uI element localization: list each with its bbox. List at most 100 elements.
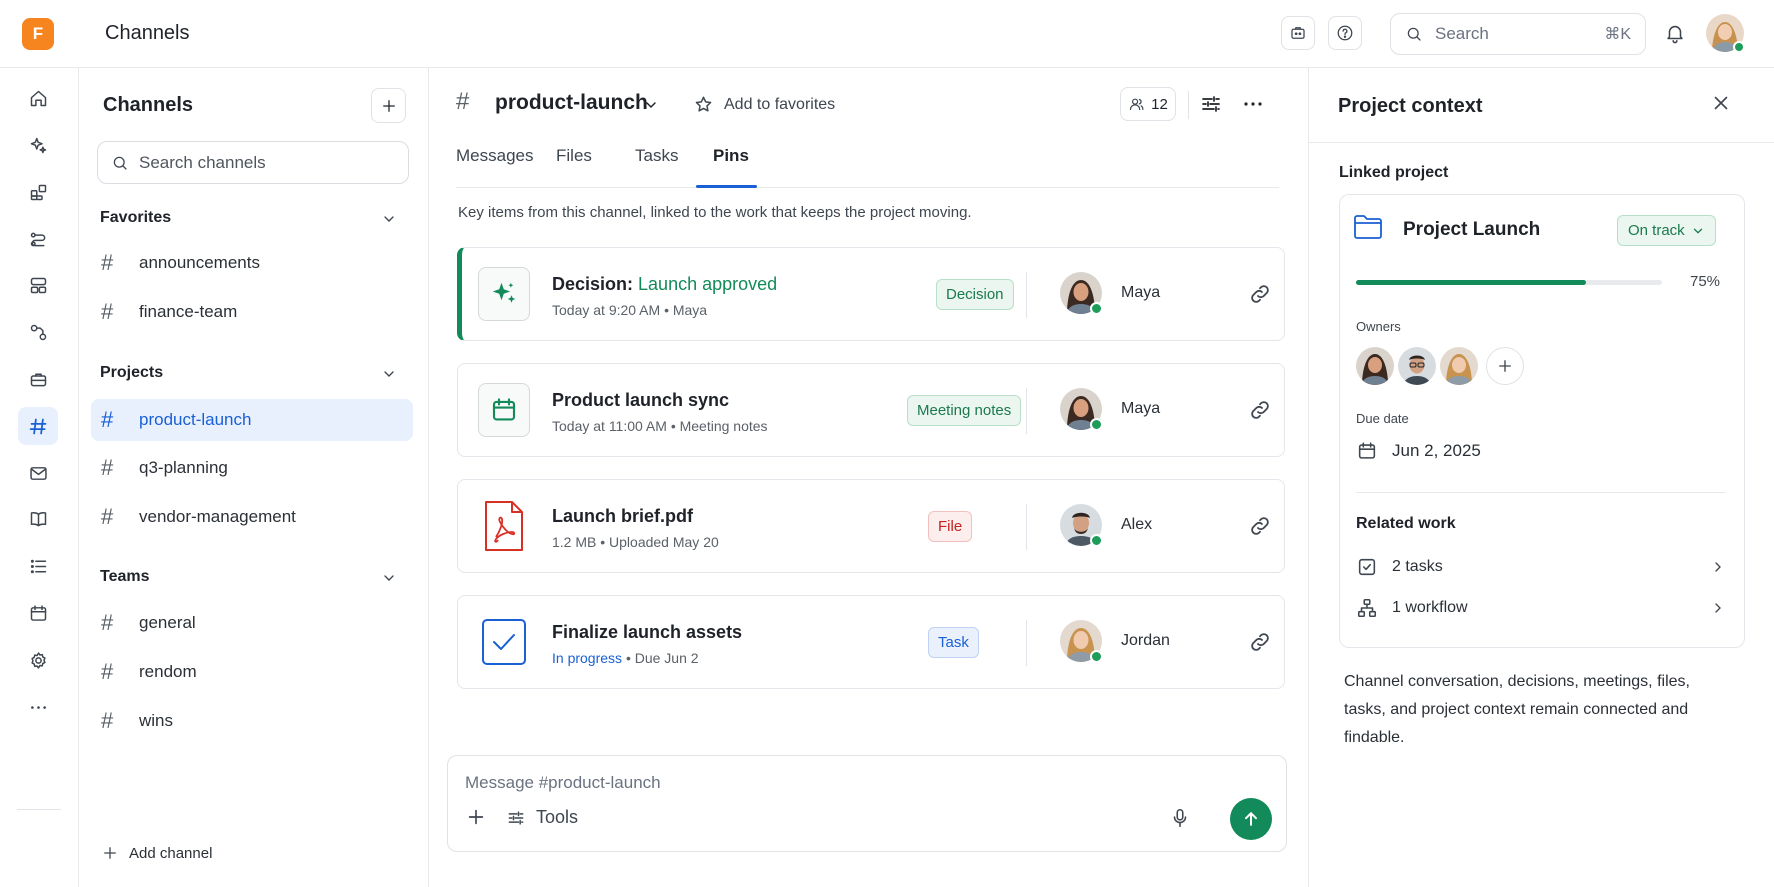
more-options-button[interactable] xyxy=(1241,92,1265,116)
avatar-maya[interactable] xyxy=(1060,388,1103,431)
rail-settings[interactable] xyxy=(18,641,58,679)
channel-label: general xyxy=(139,613,196,632)
pin-tag: File xyxy=(928,511,973,542)
rail-calendar[interactable] xyxy=(18,594,58,632)
tools-button[interactable]: Tools xyxy=(506,807,578,828)
card-divider xyxy=(1026,504,1027,550)
help-button[interactable] xyxy=(1328,16,1362,50)
channel-item-announcements[interactable]: # announcements xyxy=(91,242,413,284)
rail-apps[interactable] xyxy=(18,173,58,211)
channel-item-q3-planning[interactable]: # q3-planning xyxy=(91,447,413,489)
link-icon[interactable] xyxy=(1248,630,1272,654)
microphone-icon[interactable] xyxy=(1169,807,1191,829)
hash-icon: # xyxy=(101,659,114,684)
link-icon[interactable] xyxy=(1248,398,1272,422)
tools-label: Tools xyxy=(536,807,579,827)
rail-mail[interactable] xyxy=(18,454,58,492)
chevron-down-icon[interactable] xyxy=(381,211,397,227)
related-tasks-row[interactable]: 2 tasks xyxy=(1356,552,1726,582)
channel-settings-button[interactable] xyxy=(1199,92,1223,116)
mail-icon xyxy=(29,466,47,480)
add-to-favorites-button[interactable]: Add to favorites xyxy=(693,94,835,115)
rail-briefcase[interactable] xyxy=(18,360,58,398)
sparkle-icon xyxy=(30,137,46,153)
home-icon xyxy=(30,90,46,106)
tab-pins[interactable]: Pins xyxy=(713,146,749,188)
rail-lists[interactable] xyxy=(18,547,58,585)
pin-card-task[interactable]: Finalize launch assets In progress • Due… xyxy=(457,595,1285,689)
rail-boards[interactable] xyxy=(18,266,58,304)
tab-messages[interactable]: Messages xyxy=(456,146,533,188)
user-avatar[interactable] xyxy=(1706,14,1745,53)
rail-docs[interactable] xyxy=(18,500,58,538)
pin-card-file[interactable]: Launch brief.pdf 1.2 MB • Uploaded May 2… xyxy=(457,479,1285,573)
tab-tasks[interactable]: Tasks xyxy=(635,146,678,188)
chevron-down-icon[interactable] xyxy=(643,97,659,113)
online-indicator xyxy=(1090,418,1103,431)
channel-item-wins[interactable]: # wins xyxy=(91,700,413,742)
icon-rail xyxy=(0,68,79,887)
app-logo[interactable]: F xyxy=(22,18,54,50)
send-button[interactable] xyxy=(1230,798,1272,840)
channel-item-product-launch[interactable]: # product-launch xyxy=(91,399,413,441)
avatar-alex[interactable] xyxy=(1060,504,1103,547)
rail-integrations[interactable] xyxy=(18,313,58,351)
close-icon[interactable] xyxy=(1710,92,1732,114)
channel-name[interactable]: product-launch xyxy=(495,91,648,115)
flow-icon xyxy=(30,232,45,246)
members-button[interactable]: 12 xyxy=(1120,87,1176,121)
pin-status: In progress xyxy=(552,650,623,666)
notifications-button[interactable] xyxy=(1664,22,1686,44)
pin-person: Maya xyxy=(1121,284,1161,301)
composer-placeholder[interactable]: Message #product-launch xyxy=(465,773,661,793)
plus-icon[interactable] xyxy=(465,806,487,828)
rail-workflows[interactable] xyxy=(18,220,58,258)
channel-search-input[interactable]: Search channels xyxy=(97,141,409,184)
status-dropdown[interactable]: On track xyxy=(1617,215,1716,246)
rail-home[interactable] xyxy=(18,79,58,117)
section-favorites[interactable]: Favorites xyxy=(100,209,171,227)
owner-avatar[interactable] xyxy=(1356,347,1394,385)
panel-title: Project context xyxy=(1338,95,1483,117)
assistant-button[interactable] xyxy=(1281,16,1315,50)
hash-icon: # xyxy=(101,504,114,529)
related-workflow-row[interactable]: 1 workflow xyxy=(1356,593,1726,623)
project-name[interactable]: Project Launch xyxy=(1403,219,1540,241)
avatar-maya[interactable] xyxy=(1060,272,1103,315)
progress-bar xyxy=(1356,280,1662,285)
add-owner-button[interactable] xyxy=(1486,347,1524,385)
owner-avatar[interactable] xyxy=(1440,347,1478,385)
pin-card-meeting[interactable]: Product launch sync Today at 11:00 AM • … xyxy=(457,363,1285,457)
channel-item-rendom[interactable]: # rendom xyxy=(91,651,413,693)
online-indicator xyxy=(1090,302,1103,315)
add-channel-button[interactable]: Add channel xyxy=(101,844,212,862)
chevron-down-icon[interactable] xyxy=(381,570,397,586)
rail-ai[interactable] xyxy=(18,126,58,164)
tab-files[interactable]: Files xyxy=(556,146,592,188)
channel-item-finance-team[interactable]: # finance-team xyxy=(91,291,413,333)
hash-icon: # xyxy=(101,455,114,480)
new-channel-button[interactable] xyxy=(371,88,406,123)
section-teams[interactable]: Teams xyxy=(100,568,150,586)
owner-avatar[interactable] xyxy=(1398,347,1436,385)
pin-card-decision[interactable]: Decision: Launch approved Today at 9:20 … xyxy=(457,247,1285,341)
global-search-input[interactable]: Search ⌘K xyxy=(1390,13,1646,55)
chevron-right-icon xyxy=(1715,562,1721,572)
avatar-jordan[interactable] xyxy=(1060,620,1103,663)
pin-icon-box xyxy=(478,383,530,437)
rail-channels[interactable] xyxy=(18,407,58,445)
chevron-down-icon[interactable] xyxy=(381,366,397,382)
section-projects[interactable]: Projects xyxy=(100,364,163,382)
link-icon[interactable] xyxy=(1248,282,1272,306)
rail-more[interactable] xyxy=(18,688,58,726)
progress-percent: 75% xyxy=(1690,273,1721,290)
channel-item-vendor-management[interactable]: # vendor-management xyxy=(91,496,413,538)
pin-meta: In progress • Due Jun 2 xyxy=(552,650,699,666)
message-composer[interactable]: Message #product-launch Tools xyxy=(447,755,1287,852)
rail-divider xyxy=(17,809,61,810)
card-divider xyxy=(1356,492,1726,493)
link-icon[interactable] xyxy=(1248,514,1272,538)
pin-person: Alex xyxy=(1121,516,1153,533)
channel-item-general[interactable]: # general xyxy=(91,602,413,644)
due-date[interactable]: Jun 2, 2025 xyxy=(1356,440,1481,462)
